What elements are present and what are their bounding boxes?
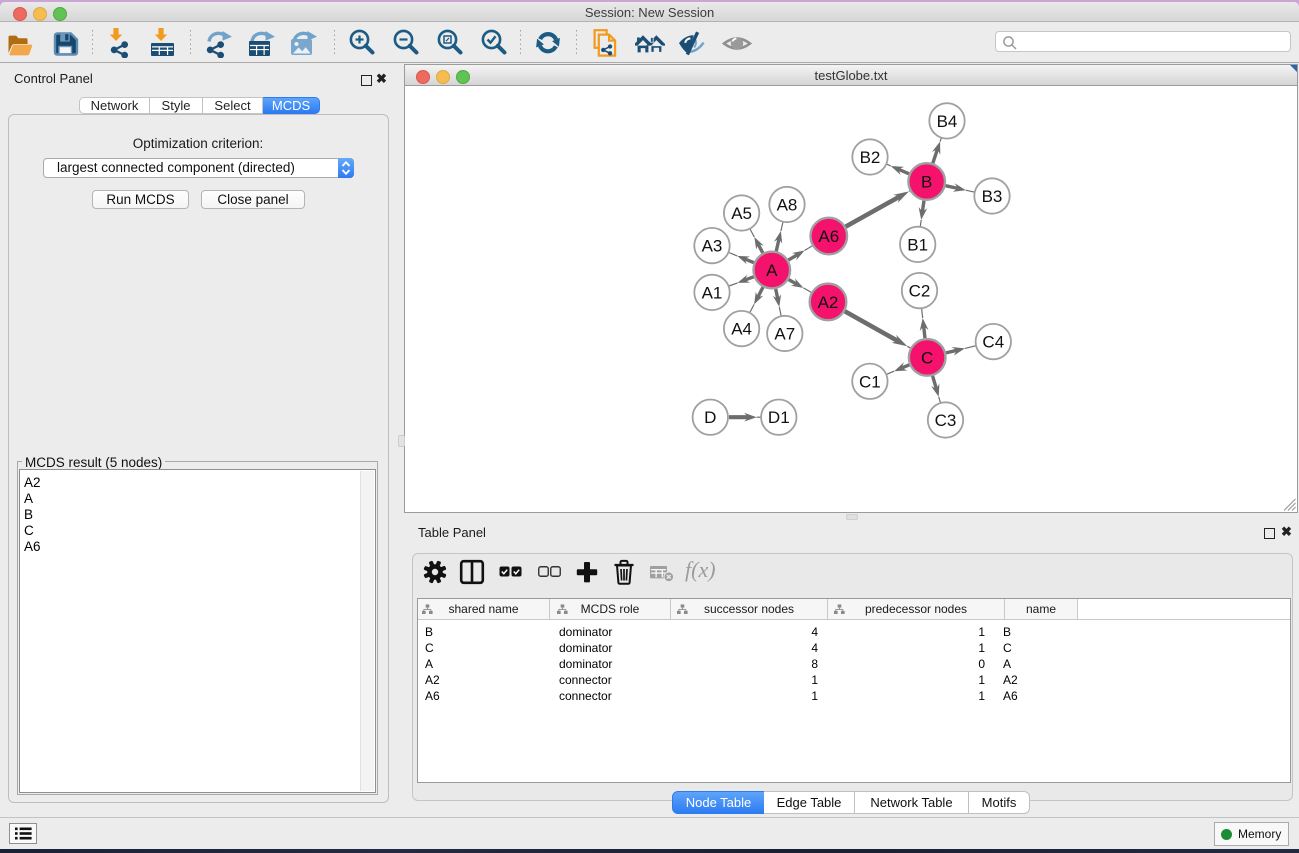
svg-text:D1: D1 [768, 408, 790, 427]
svg-text:A7: A7 [774, 325, 795, 344]
svg-text:B4: B4 [937, 112, 958, 131]
svg-text:C: C [921, 348, 933, 367]
svg-text:A5: A5 [731, 204, 752, 223]
svg-text:A3: A3 [702, 237, 723, 256]
svg-text:A1: A1 [702, 283, 723, 302]
svg-text:A: A [766, 261, 778, 280]
svg-text:B: B [921, 173, 932, 192]
svg-text:C4: C4 [982, 333, 1004, 352]
svg-text:A2: A2 [818, 293, 839, 312]
svg-text:C2: C2 [909, 282, 931, 301]
svg-text:B2: B2 [860, 148, 881, 167]
svg-text:B3: B3 [982, 187, 1003, 206]
svg-text:D: D [704, 408, 716, 427]
svg-text:A6: A6 [818, 227, 839, 246]
svg-text:C1: C1 [859, 372, 881, 391]
svg-text:B1: B1 [907, 235, 928, 254]
svg-text:C3: C3 [935, 411, 957, 430]
svg-text:A4: A4 [731, 320, 752, 339]
svg-text:A8: A8 [777, 196, 798, 215]
